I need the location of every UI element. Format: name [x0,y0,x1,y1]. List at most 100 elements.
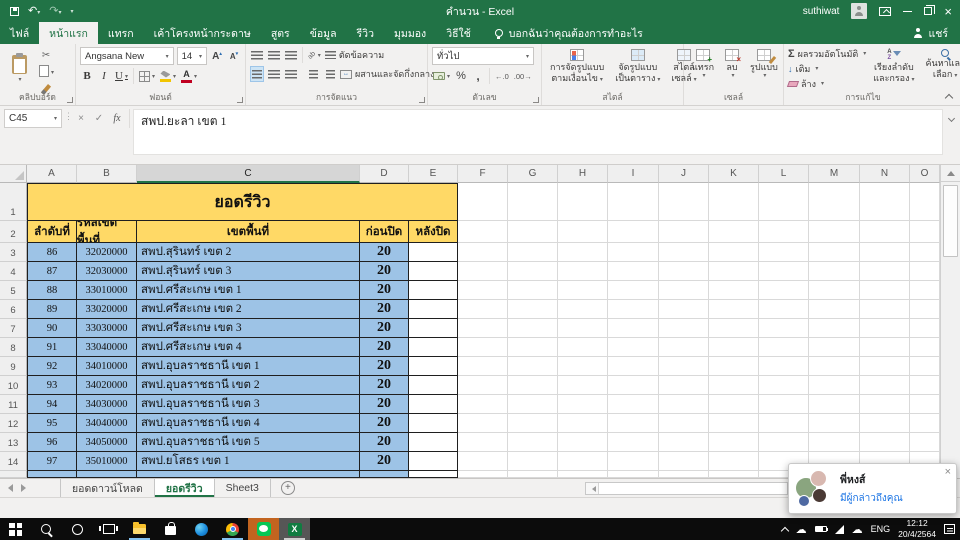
cell[interactable]: สพป.ศรีสะเกษ เขต 3 [137,319,360,338]
redo-button[interactable]: ↷▾ [49,6,61,17]
cell[interactable] [709,433,759,452]
column-header-a[interactable]: A [27,165,77,183]
cell[interactable] [860,281,910,300]
cell[interactable] [558,262,608,281]
save-icon[interactable] [10,7,19,16]
ribbon-tab-insert[interactable]: แทรก [98,22,144,44]
account-name[interactable]: suthiwat [803,6,840,17]
sheet-title-cell[interactable]: ยอดรีวิว [27,183,458,221]
cell[interactable]: 32020000 [77,243,137,262]
cell[interactable] [409,452,458,471]
comma-style-button[interactable]: , [471,68,485,84]
align-center-button[interactable] [267,66,281,82]
cell[interactable] [659,338,709,357]
row-header-7[interactable]: 7 [0,319,27,338]
cell[interactable]: 97 [27,452,77,471]
cell[interactable] [910,319,940,338]
cell[interactable] [508,281,558,300]
cell[interactable] [860,262,910,281]
cell[interactable] [558,433,608,452]
line-taskbar-button[interactable] [248,518,279,540]
formula-bar-expand-button[interactable] [943,109,960,128]
cell[interactable] [409,300,458,319]
cortana-taskbar-button[interactable] [62,518,93,540]
cell[interactable]: สพป.อุบลราชธานี เขต 5 [137,433,360,452]
bold-button[interactable]: B [80,68,94,84]
share-button[interactable]: แชร์ [913,22,960,44]
name-box[interactable]: C45▾ [4,109,62,128]
excel-taskbar-button[interactable] [279,518,310,540]
column-header-m[interactable]: M [809,165,860,183]
close-icon[interactable]: × [945,466,951,478]
horizontal-scrollbar[interactable] [585,482,788,495]
cell[interactable]: 87 [27,262,77,281]
formula-input[interactable]: สพป.ยะลา เขต 1 [133,109,943,155]
cell[interactable] [608,221,659,243]
increase-decimal-button[interactable]: ←.0 [494,68,510,84]
cell[interactable] [508,183,558,221]
cell[interactable]: 33010000 [77,281,137,300]
cell[interactable] [659,376,709,395]
cell[interactable] [558,452,608,471]
align-top-button[interactable] [250,47,264,63]
cell[interactable]: 94 [27,395,77,414]
cell[interactable] [709,395,759,414]
sheet-nav-prev-button[interactable] [0,479,17,497]
cell[interactable] [608,319,659,338]
cell[interactable] [860,300,910,319]
wrap-text-button[interactable]: ตัดข้อความ [325,48,384,62]
ribbon-tab-view[interactable]: มุมมอง [384,22,436,44]
cell[interactable] [558,221,608,243]
cell[interactable] [608,300,659,319]
onedrive-icon[interactable] [796,520,807,538]
cell[interactable]: 33040000 [77,338,137,357]
cell[interactable] [809,395,860,414]
cell[interactable]: 33030000 [77,319,137,338]
cell[interactable] [759,376,809,395]
cell[interactable] [910,414,940,433]
cell[interactable] [508,452,558,471]
cell[interactable] [860,433,910,452]
vertical-scroll-thumb[interactable] [943,185,958,257]
ribbon-tab-file[interactable]: ไฟล์ [0,22,39,44]
cell[interactable] [709,376,759,395]
underline-button[interactable]: U▾ [114,68,129,84]
select-all-corner[interactable] [0,165,27,183]
conditional-formatting-button[interactable]: การจัดรูปแบบ ตามเงื่อนไข▾ [546,47,608,86]
borders-button[interactable]: ▾ [138,68,156,84]
cell[interactable] [860,357,910,376]
action-center-icon[interactable] [944,524,955,534]
scroll-up-button[interactable] [941,165,960,182]
cell[interactable] [659,300,709,319]
cell[interactable]: 35010000 [77,452,137,471]
chrome-taskbar-button[interactable] [217,518,248,540]
orientation-button[interactable]: ab▾ [307,47,322,63]
fill-button[interactable]: ↓เติม▾ [788,62,866,75]
copy-button[interactable]: ▾ [37,64,55,80]
grow-font-button[interactable]: A▴ [210,48,224,64]
cell[interactable]: 34050000 [77,433,137,452]
cell[interactable] [709,319,759,338]
sheet-nav-next-button[interactable] [17,479,34,497]
cell[interactable] [137,471,360,478]
cell[interactable] [608,338,659,357]
cell[interactable]: 93 [27,376,77,395]
table-header-cell[interactable]: ลำดับที่ [27,221,77,243]
cell[interactable] [458,262,508,281]
cell[interactable] [659,433,709,452]
edge-taskbar-button[interactable] [186,518,217,540]
namebox-splitter[interactable] [62,109,69,128]
messenger-notification[interactable]: พี่หงส์ มีผู้กล่าวถึงคุณ × [788,463,957,514]
column-header-d[interactable]: D [360,165,409,183]
cell[interactable] [77,471,137,478]
cell[interactable] [409,414,458,433]
cell[interactable] [759,183,809,221]
column-header-j[interactable]: J [659,165,709,183]
cell[interactable] [608,281,659,300]
file-explorer-taskbar-button[interactable] [124,518,155,540]
cut-button[interactable]: ✂ [37,47,55,63]
cell[interactable] [608,414,659,433]
enter-icon[interactable]: ✓ [91,113,107,124]
network-icon[interactable] [835,525,844,534]
cell[interactable] [709,243,759,262]
